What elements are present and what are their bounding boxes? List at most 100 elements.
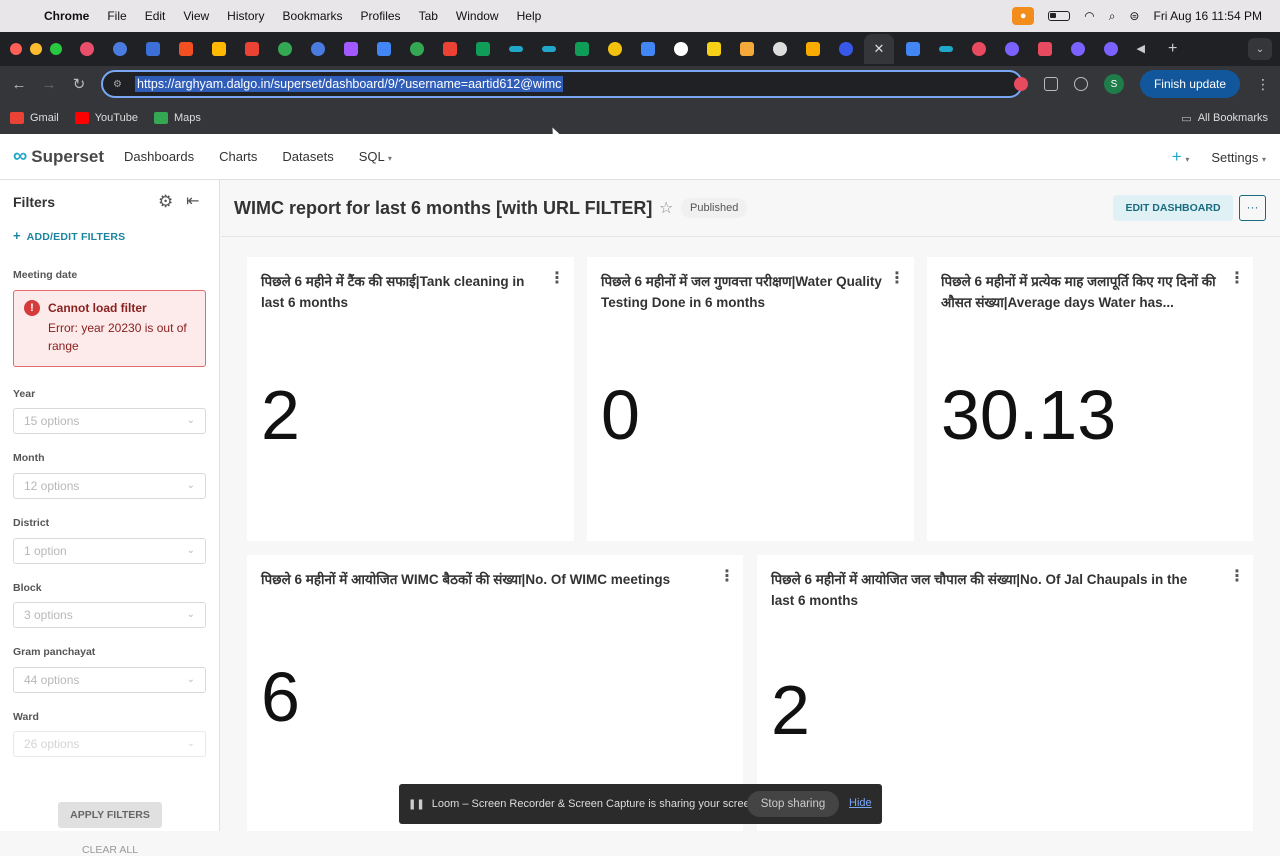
- ward-select[interactable]: 26 options ⌄: [13, 731, 206, 757]
- bookmark-youtube[interactable]: YouTube: [74, 112, 138, 124]
- tab-favicon-icon[interactable]: [310, 42, 325, 56]
- menu-history[interactable]: History: [227, 9, 264, 23]
- kebab-menu-icon[interactable]: ⋮: [719, 569, 735, 585]
- minimize-window-icon[interactable]: [30, 43, 42, 55]
- kebab-menu-icon[interactable]: ⋮: [549, 271, 565, 287]
- nav-datasets[interactable]: Datasets: [282, 149, 333, 164]
- superset-tab-icon[interactable]: [508, 46, 523, 52]
- kebab-menu-icon[interactable]: ⋮: [1229, 271, 1245, 287]
- bookmark-gmail[interactable]: Gmail: [10, 112, 59, 124]
- new-item-menu[interactable]: + ▾: [1172, 147, 1190, 167]
- extension-icon[interactable]: [1013, 77, 1028, 91]
- gmail-tab-icon[interactable]: [244, 42, 259, 56]
- speaker-icon[interactable]: ◀: [1137, 42, 1151, 56]
- gram-panchayat-select[interactable]: 44 options ⌄: [13, 667, 206, 693]
- superset-logo[interactable]: ∞ Superset: [13, 145, 104, 168]
- search-icon[interactable]: ⌕: [1109, 9, 1116, 24]
- google-tab-icon[interactable]: [673, 42, 688, 56]
- extensions-puzzle-icon[interactable]: [1043, 77, 1058, 91]
- all-bookmarks[interactable]: ▭ All Bookmarks: [1181, 102, 1268, 134]
- calendar-tab-icon[interactable]: [640, 42, 655, 56]
- more-options-button[interactable]: ···: [1239, 195, 1266, 221]
- menu-bookmarks[interactable]: Bookmarks: [283, 9, 343, 23]
- tab-favicon-icon[interactable]: [112, 42, 127, 56]
- clear-all-button[interactable]: CLEAR ALL: [82, 844, 138, 856]
- control-center-icon[interactable]: ⊜: [1129, 9, 1139, 23]
- menu-tab[interactable]: Tab: [419, 9, 438, 23]
- reload-icon[interactable]: ↻: [64, 75, 94, 93]
- menu-file[interactable]: File: [107, 9, 126, 23]
- settings-menu[interactable]: Settings ▾: [1211, 150, 1266, 165]
- sheets-tab-icon[interactable]: [475, 42, 490, 56]
- forward-icon[interactable]: →: [34, 76, 64, 93]
- tab-favicon-icon[interactable]: [706, 42, 721, 56]
- hide-link[interactable]: Hide: [849, 797, 872, 809]
- apple-icon[interactable]: [16, 8, 32, 24]
- docs-tab-icon[interactable]: [376, 42, 391, 56]
- sheets-tab-icon[interactable]: [574, 42, 589, 56]
- bookmark-maps[interactable]: Maps: [153, 112, 201, 124]
- gmail-tab-icon[interactable]: [442, 42, 457, 56]
- site-info-icon[interactable]: ⚙: [113, 79, 135, 90]
- back-icon[interactable]: ←: [4, 76, 34, 93]
- star-icon[interactable]: ☆: [659, 198, 673, 218]
- tab-search-icon[interactable]: ⌄: [1248, 38, 1272, 60]
- edit-dashboard-button[interactable]: EDIT DASHBOARD: [1113, 195, 1233, 221]
- menu-edit[interactable]: Edit: [145, 9, 166, 23]
- tab-favicon-icon[interactable]: [211, 42, 226, 56]
- docs-tab-icon[interactable]: [905, 42, 920, 56]
- dashboard-title[interactable]: WIMC report for last 6 months [with URL …: [234, 198, 652, 219]
- tab-favicon-icon[interactable]: [79, 42, 94, 56]
- kebab-menu-icon[interactable]: ⋮: [1229, 569, 1245, 585]
- wordpress-tab-icon[interactable]: [838, 42, 853, 56]
- menu-clock[interactable]: Fri Aug 16 11:54 PM: [1153, 9, 1262, 23]
- collapse-sidebar-icon[interactable]: ⇤: [186, 191, 199, 211]
- tab-favicon-icon[interactable]: [277, 42, 292, 56]
- stop-sharing-button[interactable]: Stop sharing: [747, 791, 839, 817]
- new-tab-icon[interactable]: +: [1168, 40, 1177, 58]
- tab-favicon-icon[interactable]: [409, 42, 424, 56]
- tab-favicon-icon[interactable]: [607, 42, 622, 56]
- analytics-tab-icon[interactable]: [805, 42, 820, 56]
- superset-tab-icon[interactable]: [541, 46, 556, 52]
- microphone-icon[interactable]: ●: [1012, 7, 1035, 25]
- apply-filters-button[interactable]: APPLY FILTERS: [58, 802, 162, 828]
- pause-icon[interactable]: ❚❚: [408, 799, 425, 810]
- menu-app-name[interactable]: Chrome: [44, 9, 89, 23]
- active-tab-close-icon[interactable]: ✕: [864, 34, 894, 64]
- wifi-icon[interactable]: ◠: [1084, 9, 1094, 23]
- address-bar[interactable]: ⚙ https://arghyam.dalgo.in/superset/dash…: [101, 70, 1023, 98]
- extension-icon[interactable]: [1073, 77, 1088, 91]
- nav-charts[interactable]: Charts: [219, 149, 257, 164]
- close-window-icon[interactable]: [10, 43, 22, 55]
- menu-profiles[interactable]: Profiles: [361, 9, 401, 23]
- profile-avatar[interactable]: S: [1103, 74, 1124, 94]
- menu-view[interactable]: View: [183, 9, 209, 23]
- block-select[interactable]: 3 options ⌄: [13, 602, 206, 628]
- figma-tab-icon[interactable]: [343, 42, 358, 56]
- gear-icon[interactable]: ⚙: [158, 192, 173, 212]
- nav-dashboards[interactable]: Dashboards: [124, 149, 194, 164]
- add-edit-filters-button[interactable]: + ADD/EDIT FILTERS: [13, 228, 125, 243]
- tab-favicon-icon[interactable]: [1004, 42, 1019, 56]
- kebab-menu-icon[interactable]: ⋮: [1256, 76, 1270, 93]
- battery-icon[interactable]: [1048, 11, 1071, 21]
- superset-tab-icon[interactable]: [938, 46, 953, 52]
- zoom-window-icon[interactable]: [50, 43, 62, 55]
- district-select[interactable]: 1 option ⌄: [13, 538, 206, 564]
- tab-favicon-icon[interactable]: [1103, 42, 1118, 56]
- month-select[interactable]: 12 options ⌄: [13, 473, 206, 499]
- tab-favicon-icon[interactable]: [739, 42, 754, 56]
- kebab-menu-icon[interactable]: ⋮: [889, 271, 905, 287]
- nav-sql[interactable]: SQL ▾: [359, 149, 392, 164]
- tab-favicon-icon[interactable]: [145, 42, 160, 56]
- published-badge[interactable]: Published: [681, 198, 748, 218]
- finish-update-button[interactable]: Finish update: [1139, 70, 1240, 98]
- address-url[interactable]: https://arghyam.dalgo.in/superset/dashbo…: [135, 76, 564, 92]
- year-select[interactable]: 15 options ⌄: [13, 408, 206, 434]
- menu-window[interactable]: Window: [456, 9, 499, 23]
- tab-favicon-icon[interactable]: [1070, 42, 1085, 56]
- menu-help[interactable]: Help: [517, 9, 542, 23]
- tab-favicon-icon[interactable]: [1037, 42, 1052, 56]
- tab-favicon-icon[interactable]: [178, 42, 193, 56]
